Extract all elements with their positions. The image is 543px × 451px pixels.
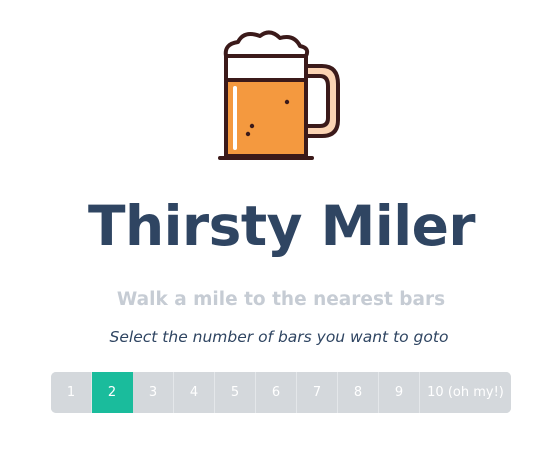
page: Thirsty Miler Walk a mile to the nearest… bbox=[0, 0, 543, 451]
bar-count-option-2[interactable]: 2 bbox=[92, 372, 133, 413]
bar-count-option-4[interactable]: 4 bbox=[174, 372, 215, 413]
bar-count-option-7[interactable]: 7 bbox=[297, 372, 338, 413]
bar-count-option-10[interactable]: 10 (oh my!) bbox=[420, 372, 511, 413]
app-title: Thirsty Miler bbox=[87, 194, 476, 258]
bar-count-option-1[interactable]: 1 bbox=[51, 372, 92, 413]
bar-count-picker: 1 2 3 4 5 6 7 8 9 10 (oh my!) bbox=[51, 372, 511, 413]
mug-beer bbox=[228, 80, 304, 154]
bar-count-option-3[interactable]: 3 bbox=[133, 372, 174, 413]
bar-count-option-6[interactable]: 6 bbox=[256, 372, 297, 413]
beer-mug-icon bbox=[218, 30, 340, 160]
bar-count-option-8[interactable]: 8 bbox=[338, 372, 379, 413]
app-tagline: Walk a mile to the nearest bars bbox=[116, 289, 446, 310]
bar-count-option-9[interactable]: 9 bbox=[379, 372, 420, 413]
bar-count-option-5[interactable]: 5 bbox=[215, 372, 256, 413]
mug-foam bbox=[223, 30, 310, 58]
picker-prompt: Select the number of bars you want to go… bbox=[109, 328, 449, 346]
